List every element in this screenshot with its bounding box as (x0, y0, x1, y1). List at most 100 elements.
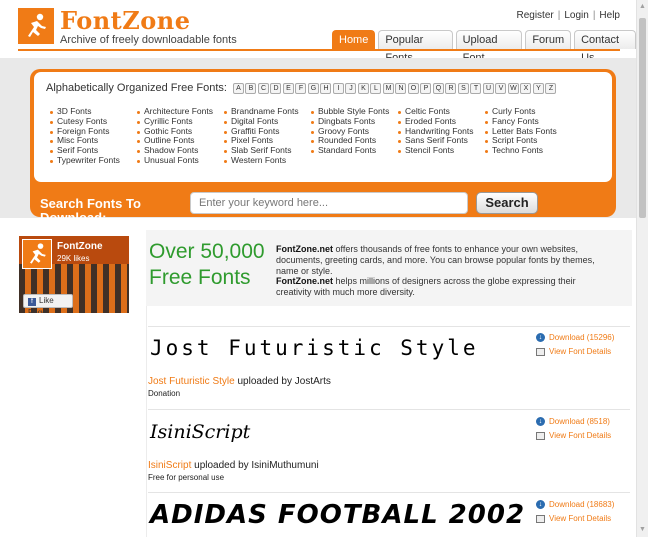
promo-paragraph-2: FontZone.net helps millions of designers… (276, 276, 606, 298)
font-preview-image[interactable]: Jost Futuristic Style (150, 336, 479, 360)
uploader-text: uploaded by IsiniMuthumuni (191, 460, 319, 471)
scroll-down-arrow-icon[interactable]: ▼ (637, 523, 648, 537)
letter-r-button[interactable]: R (445, 82, 457, 94)
font-name-link[interactable]: Jost Futuristic Style (148, 376, 235, 387)
letter-l-button[interactable]: L (370, 82, 382, 94)
download-button[interactable]: ↓ Download (15296) (536, 333, 614, 342)
facebook-widget[interactable]: FontZone 29K likes f Like Page (19, 236, 129, 313)
alphabet-label: Alphabetically Organized Free Fonts: (46, 82, 227, 94)
facebook-page-avatar (22, 239, 52, 269)
tab-forum[interactable]: Forum (525, 30, 572, 49)
letter-y-button[interactable]: Y (532, 82, 544, 94)
letter-v-button[interactable]: V (495, 82, 507, 94)
letter-o-button[interactable]: O (407, 82, 419, 94)
view-details-label: View Font Details (549, 347, 612, 356)
font-name-link[interactable]: IsiniScript (148, 460, 191, 471)
search-label: Search Fonts To Download: (40, 196, 141, 225)
promo-box: Over 50,000 Free Fonts FontZone.net offe… (146, 230, 632, 306)
tab-upload-font[interactable]: Upload Font (455, 30, 523, 64)
vertical-scrollbar[interactable]: ▲ ▼ (636, 0, 648, 537)
main-nav: Home Popular Fonts Upload Font Forum Con… (332, 30, 636, 64)
category-link[interactable]: Typewriter Fonts (48, 155, 135, 166)
letter-b-button[interactable]: B (245, 82, 257, 94)
separator: | (592, 10, 596, 21)
category-link[interactable]: Stencil Fonts (396, 145, 483, 156)
details-icon (536, 514, 545, 523)
site-title[interactable]: FontZone (60, 6, 191, 35)
download-icon: ↓ (536, 333, 545, 342)
letter-q-button[interactable]: Q (432, 82, 444, 94)
download-icon: ↓ (536, 417, 545, 426)
brand-name: FontZone.net (276, 244, 333, 254)
font-title-line: Jost Futuristic Style uploaded by JostAr… (148, 376, 331, 387)
letter-h-button[interactable]: H (320, 82, 332, 94)
letter-e-button[interactable]: E (282, 82, 294, 94)
facebook-page-name[interactable]: FontZone (57, 241, 103, 252)
letter-w-button[interactable]: W (507, 82, 519, 94)
category-column: Architecture Fonts Cyrillic Fonts Gothic F… (135, 106, 222, 166)
view-details-link[interactable]: View Font Details (536, 514, 611, 523)
alphabet-row: Alphabetically Organized Free Fonts: ABC… (46, 82, 558, 94)
font-preview-image[interactable]: ADIDAS FOOTBALL 2002 (150, 500, 525, 530)
letter-u-button[interactable]: U (482, 82, 494, 94)
download-label: Download (18683) (549, 500, 615, 509)
letter-a-button[interactable]: A (232, 82, 244, 94)
fontzone-logo[interactable] (18, 8, 54, 44)
search-button[interactable]: Search (476, 192, 538, 214)
divider (148, 326, 630, 327)
letter-m-button[interactable]: M (382, 82, 394, 94)
alphabet-letters: ABCDEFGHIJKLMNOPQRSTUVWXYZ (232, 82, 558, 94)
help-link[interactable]: Help (599, 10, 620, 21)
category-column: 3D Fonts Cutesy Fonts Foreign Fonts Misc Fo… (48, 106, 135, 166)
view-details-link[interactable]: View Font Details (536, 347, 611, 356)
letter-d-button[interactable]: D (270, 82, 282, 94)
browse-panel: Alphabetically Organized Free Fonts: ABC… (30, 69, 616, 225)
letter-s-button[interactable]: S (457, 82, 469, 94)
download-button[interactable]: ↓ Download (8518) (536, 417, 610, 426)
divider (148, 409, 630, 410)
view-details-label: View Font Details (549, 431, 612, 440)
promo-headline-2: Free Fonts (149, 266, 251, 289)
tab-contact-us[interactable]: Contact Us (574, 30, 636, 64)
details-icon (536, 347, 545, 356)
letter-i-button[interactable]: I (332, 82, 344, 94)
letter-k-button[interactable]: K (357, 82, 369, 94)
promo-headline-1: Over 50,000 (149, 240, 265, 263)
search-input[interactable]: Enter your keyword here... (190, 192, 468, 214)
scroll-up-arrow-icon[interactable]: ▲ (637, 0, 648, 14)
runner-logo-icon (30, 243, 46, 264)
runner-logo-icon (20, 10, 52, 42)
download-button[interactable]: ↓ Download (18683) (536, 500, 614, 509)
category-link[interactable]: Techno Fonts (483, 145, 570, 156)
header-divider (18, 49, 620, 51)
category-link[interactable]: Unusual Fonts (135, 155, 222, 166)
letter-z-button[interactable]: Z (545, 82, 557, 94)
letter-t-button[interactable]: T (470, 82, 482, 94)
font-title-line: IsiniScript uploaded by IsiniMuthumuni (148, 460, 319, 471)
letter-p-button[interactable]: P (420, 82, 432, 94)
category-columns: 3D Fonts Cutesy Fonts Foreign Fonts Misc Fo… (48, 106, 570, 166)
letter-x-button[interactable]: X (520, 82, 532, 94)
tab-popular-fonts[interactable]: Popular Fonts (378, 30, 453, 64)
category-panel: Alphabetically Organized Free Fonts: ABC… (34, 72, 612, 182)
font-license: Donation (148, 389, 181, 398)
category-link[interactable]: Standard Fonts (309, 145, 396, 156)
letter-g-button[interactable]: G (307, 82, 319, 94)
site-tagline: Archive of freely downloadable fonts (60, 34, 237, 46)
scrollbar-thumb[interactable] (639, 18, 646, 218)
divider (148, 492, 630, 493)
tab-home[interactable]: Home (332, 30, 376, 49)
letter-f-button[interactable]: F (295, 82, 307, 94)
letter-n-button[interactable]: N (395, 82, 407, 94)
letter-c-button[interactable]: C (257, 82, 269, 94)
separator: | (557, 10, 561, 21)
category-link[interactable]: Western Fonts (222, 155, 309, 166)
letter-j-button[interactable]: J (345, 82, 357, 94)
font-preview-image[interactable]: IsiniScript (150, 421, 250, 443)
facebook-like-button[interactable]: f Like Page (23, 294, 73, 313)
login-link[interactable]: Login (564, 10, 588, 21)
register-link[interactable]: Register (516, 10, 553, 21)
category-column: Curly Fonts Fancy Fonts Letter Bats Fonts S… (483, 106, 570, 166)
view-details-label: View Font Details (549, 514, 612, 523)
view-details-link[interactable]: View Font Details (536, 431, 611, 440)
